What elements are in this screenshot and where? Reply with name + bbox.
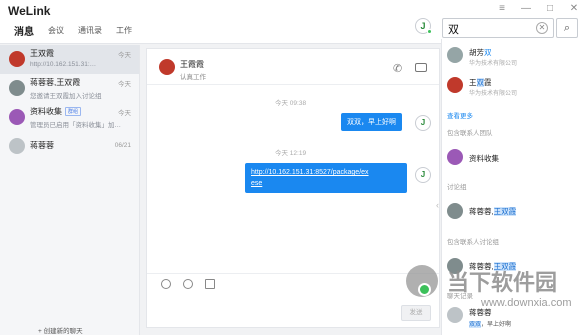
message-link-line1: http://10.162.151.31:8527/package/ex: [251, 169, 369, 176]
tab-work[interactable]: 工作: [116, 25, 132, 36]
top-bar: WeLink 消息 会议 通讯录 工作 ≡ — □ ✕ J 双 ✕ ⌕: [0, 0, 587, 44]
contact-name: 胡芳双: [469, 47, 492, 58]
discussion-name-a: 蒋蓉蓉,: [469, 207, 494, 216]
contact-name-suffix: 霞: [484, 78, 492, 87]
match-highlight: 双: [476, 78, 484, 87]
avatar: [447, 47, 463, 63]
clear-icon[interactable]: ✕: [536, 22, 548, 34]
video-call-icon[interactable]: [415, 63, 427, 72]
watermark: 当下软件园 www.downxia.com: [395, 257, 587, 335]
my-avatar-initial: J: [420, 21, 426, 31]
conversation-preview: 您邀请王双霞加入讨论组: [30, 93, 102, 100]
minimize-icon[interactable]: —: [521, 3, 531, 14]
result-contact[interactable]: 胡芳双 华为技术有限公司: [442, 45, 587, 69]
avatar: [447, 149, 463, 165]
list-item[interactable]: 蒋蓉蓉,王双霞 您邀请王双霞加入讨论组 今天: [0, 74, 139, 103]
message-link[interactable]: http://10.162.151.31:8527/package/ex ese: [245, 163, 407, 193]
main-nav: 消息 会议 通讯录 工作: [14, 23, 132, 38]
my-avatar[interactable]: J: [415, 18, 432, 34]
close-icon[interactable]: ✕: [569, 3, 579, 14]
discussion-name: 蒋蓉蓉,王双霞: [469, 206, 517, 217]
chat-contact-status: 认真工作: [180, 74, 206, 81]
collapse-handle-icon[interactable]: ‹: [436, 200, 440, 214]
list-item[interactable]: 蒋蓉蓉 06/21: [0, 132, 139, 161]
list-item[interactable]: 王双霞 http://10.162.151.31:… 今天: [0, 45, 139, 74]
result-discussion[interactable]: 蒋蓉蓉,王双霞: [442, 203, 587, 223]
section-header: 包含联系人团队: [447, 130, 493, 137]
result-contact[interactable]: 王双霞 华为技术有限公司: [442, 75, 587, 99]
new-chat-button[interactable]: + 创建新的聊天: [38, 325, 83, 335]
tab-meetings[interactable]: 会议: [48, 25, 64, 36]
search-input[interactable]: 双 ✕: [442, 18, 554, 38]
avatar: [9, 80, 25, 96]
online-status-dot: [427, 29, 432, 34]
avatar: [9, 138, 25, 154]
contact-company: 华为技术有限公司: [469, 61, 518, 67]
watermark-text: 当下软件园: [447, 270, 558, 295]
conversation-time: 今天: [118, 110, 131, 117]
conversation-time: 今天: [118, 52, 131, 59]
message-link-line2: ese: [251, 180, 263, 187]
conversation-name-text: 资料收集: [30, 107, 62, 116]
chat-header: 王霞霞 认真工作 ✆: [147, 49, 439, 85]
watermark-url: www.downxia.com: [481, 297, 572, 309]
conversation-time: 今天: [118, 81, 131, 88]
avatar: [447, 203, 463, 219]
conversation-time: 06/21: [114, 142, 131, 149]
match-highlight: 双: [484, 48, 492, 57]
match-highlight: 王双霞: [493, 207, 517, 216]
contact-name: 王双霞: [469, 77, 492, 88]
emoji-icon[interactable]: [161, 279, 171, 289]
list-item[interactable]: 资料收集 群组 管理员已启用「资料收集」加… 今天: [0, 103, 139, 132]
maximize-icon[interactable]: □: [545, 3, 555, 14]
window-controls: ≡ — □ ✕: [497, 3, 579, 14]
avatar: [447, 77, 463, 93]
message-avatar: J: [415, 115, 431, 131]
message-timestamp: 今天 09:38: [275, 100, 307, 107]
group-name: 资料收集: [469, 154, 499, 163]
phone-icon[interactable]: ✆: [393, 62, 402, 75]
tab-contacts[interactable]: 通讯录: [78, 25, 102, 36]
avatar: [9, 51, 25, 67]
avatar: [9, 109, 25, 125]
result-group[interactable]: 资料收集: [442, 147, 587, 167]
app-logo: WeLink: [8, 4, 51, 18]
watermark-logo-icon: [406, 265, 438, 297]
menu-icon[interactable]: ≡: [497, 3, 507, 14]
screenshot-icon[interactable]: [205, 279, 215, 289]
conversation-list: 王双霞 http://10.162.151.31:… 今天 蒋蓉蓉,王双霞 您邀…: [0, 45, 140, 335]
group-badge: 群组: [65, 107, 82, 117]
section-header: 讨论组: [447, 184, 467, 191]
message-bubble[interactable]: 双双，早上好啊: [341, 113, 402, 131]
message-timestamp: 今天 12:19: [275, 150, 307, 157]
conversation-preview: http://10.162.151.31:…: [30, 61, 97, 68]
conversation-preview: 管理员已启用「资料收集」加…: [30, 122, 121, 129]
contact-name-prefix: 胡芳: [469, 48, 484, 57]
contact-company: 华为技术有限公司: [469, 91, 518, 97]
see-more-link[interactable]: 查看更多: [447, 110, 473, 120]
tab-messages[interactable]: 消息: [14, 23, 34, 38]
avatar: [159, 59, 175, 75]
section-header: 包含联系人讨论组: [447, 239, 499, 246]
contact-name-prefix: 王: [469, 78, 477, 87]
chat-contact-name: 王霞霞: [180, 60, 204, 69]
search-query[interactable]: 双: [448, 21, 459, 37]
history-icon[interactable]: [183, 279, 193, 289]
message-avatar: J: [415, 167, 431, 183]
search-icon[interactable]: ⌕: [556, 18, 578, 38]
